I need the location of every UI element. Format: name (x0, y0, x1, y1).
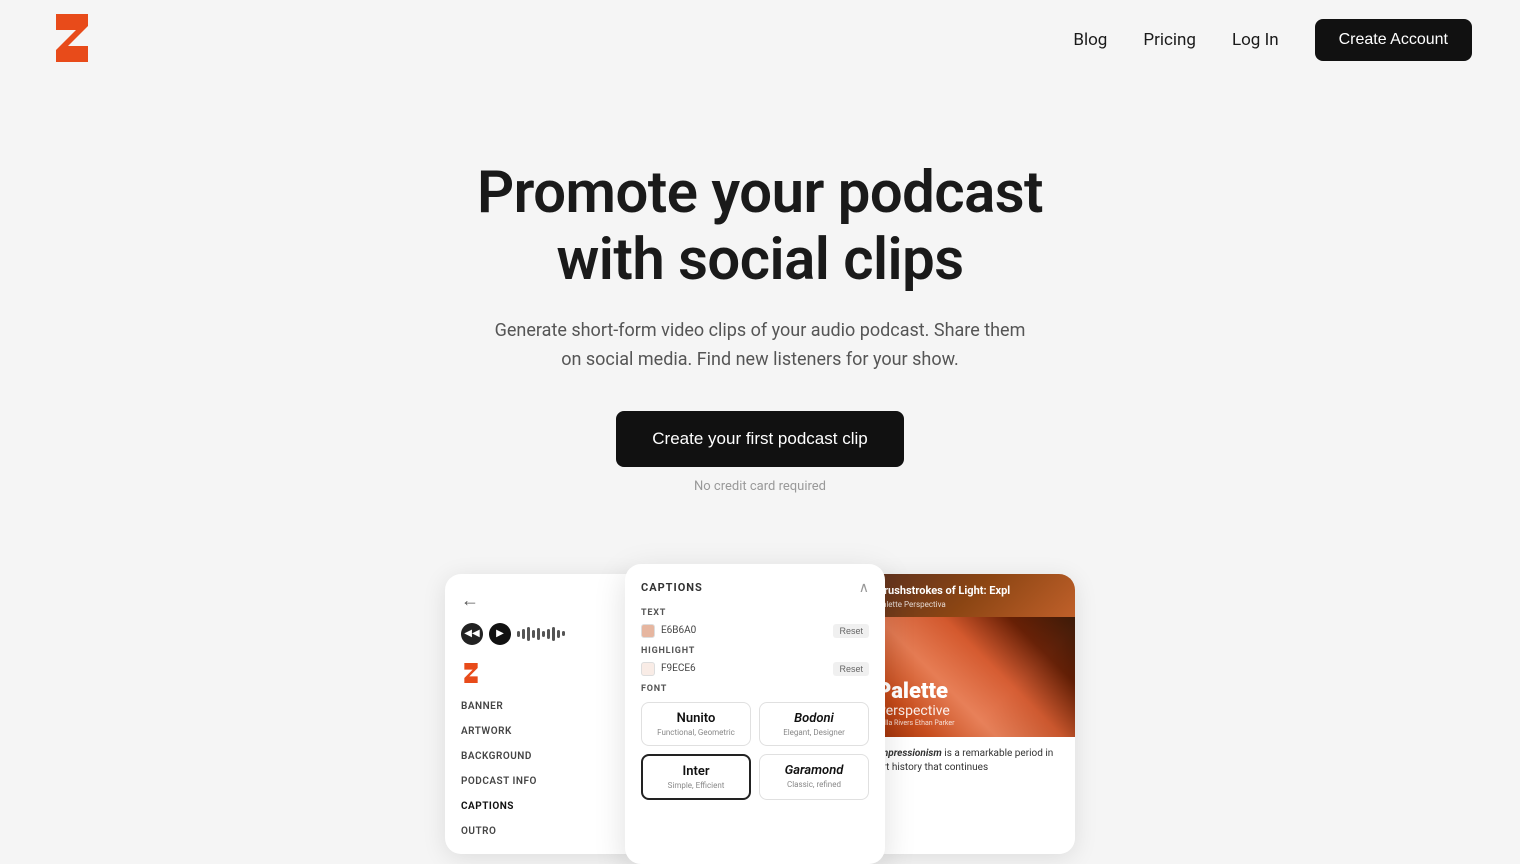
highlight-color-swatch-group: F9ECE6 (641, 662, 696, 676)
rewind-button[interactable]: ◀◀ (461, 623, 483, 645)
captions-close-icon[interactable]: ∧ (859, 580, 869, 596)
player-controls: ◀◀ ▶ (461, 623, 629, 645)
text-color-row: E6B6A0 Reset (641, 624, 869, 638)
hero-title: Promote your podcast with social clips (440, 160, 1080, 293)
podcast-card-label: Palette Perspective Bella Rivers Ethan P… (877, 681, 954, 727)
highlight-section-label: HIGHLIGHT (641, 646, 869, 656)
highlight-color-hex: F9ECE6 (661, 663, 696, 674)
text-color-reset-button[interactable]: Reset (833, 624, 869, 638)
waveform (517, 625, 565, 643)
font-desc-bodoni: Elegant, Designer (768, 728, 860, 737)
nav-item-artwork[interactable]: ARTWORK (461, 726, 629, 737)
highlight-color-row: F9ECE6 Reset (641, 662, 869, 676)
mockup-center-panel: CAPTIONS ∧ TEXT E6B6A0 Reset HIGHLIGHT F… (625, 564, 885, 864)
podcast-body-text: Impressionism is a remarkable period in … (877, 747, 1063, 775)
captions-title-label: CAPTIONS (641, 581, 703, 594)
podcast-card: Brushstrokes of Light: Expl Palette Pers… (865, 574, 1075, 854)
nav-pricing[interactable]: Pricing (1143, 30, 1196, 50)
font-grid: Nunito Functional, Geometric Bodoni Eleg… (641, 702, 869, 800)
font-card-garamond[interactable]: Garamond Classic, refined (759, 754, 869, 800)
font-desc-garamond: Classic, refined (768, 780, 860, 789)
font-desc-inter: Simple, Efficient (651, 781, 741, 790)
font-name-inter: Inter (651, 764, 741, 779)
podcast-label-sub: Perspective (877, 703, 954, 719)
podcast-highlight-text: Impressionism (877, 748, 942, 759)
nav-links: Blog Pricing Log In Create Account (1073, 19, 1472, 61)
text-color-swatch-group: E6B6A0 (641, 624, 696, 638)
nav-item-background[interactable]: BACKGROUND (461, 751, 629, 762)
mockup-section: ← ◀◀ ▶ BANNER ARTWORK (0, 554, 1520, 864)
nav-blog[interactable]: Blog (1073, 30, 1107, 50)
hero-cta-button[interactable]: Create your first podcast clip (616, 411, 903, 467)
nav-item-outro[interactable]: OUTRO (461, 826, 629, 837)
text-section-label: TEXT (641, 608, 869, 618)
highlight-color-reset-button[interactable]: Reset (833, 662, 869, 676)
font-card-nunito[interactable]: Nunito Functional, Geometric (641, 702, 751, 746)
captions-header: CAPTIONS ∧ (641, 580, 869, 596)
nav-login[interactable]: Log In (1232, 30, 1279, 50)
font-name-bodoni: Bodoni (768, 711, 860, 726)
navbar: Blog Pricing Log In Create Account (0, 0, 1520, 80)
nav-create-account-button[interactable]: Create Account (1315, 19, 1472, 61)
back-arrow-icon: ← (461, 590, 629, 611)
nav-item-podcast-info[interactable]: PODCAST INFO (461, 776, 629, 787)
font-name-garamond: Garamond (768, 763, 860, 778)
mockup-left-panel: ← ◀◀ ▶ BANNER ARTWORK (445, 574, 645, 854)
nav-item-banner[interactable]: BANNER (461, 701, 629, 712)
nav-item-captions[interactable]: CAPTIONS (461, 801, 629, 812)
text-color-hex: E6B6A0 (661, 625, 696, 636)
font-card-bodoni[interactable]: Bodoni Elegant, Designer (759, 702, 869, 746)
logo[interactable] (48, 10, 96, 70)
left-panel-nav: BANNER ARTWORK BACKGROUND PODCAST INFO C… (461, 701, 629, 837)
podcast-label-main: Palette (877, 681, 954, 703)
podcast-card-title: Brushstrokes of Light: Expl (877, 584, 1063, 598)
podcast-card-header: Brushstrokes of Light: Expl Palette Pers… (865, 574, 1075, 617)
font-name-nunito: Nunito (650, 711, 742, 726)
hero-section: Promote your podcast with social clips G… (0, 80, 1520, 554)
font-section-label: FONT (641, 684, 869, 694)
podcast-hosts: Bella Rivers Ethan Parker (877, 719, 954, 727)
hero-subtitle: Generate short-form video clips of your … (490, 317, 1030, 375)
mockup-right-panel: Brushstrokes of Light: Expl Palette Pers… (865, 574, 1075, 854)
podcast-card-image: Palette Perspective Bella Rivers Ethan P… (865, 617, 1075, 737)
hero-no-credit-card-label: No credit card required (694, 479, 826, 494)
highlight-color-swatch[interactable] (641, 662, 655, 676)
mockup-logo-small (461, 661, 629, 689)
play-button[interactable]: ▶ (489, 623, 511, 645)
font-desc-nunito: Functional, Geometric (650, 728, 742, 737)
text-color-swatch[interactable] (641, 624, 655, 638)
podcast-card-subtitle: Palette Perspectiva (877, 600, 1063, 609)
font-card-inter[interactable]: Inter Simple, Efficient (641, 754, 751, 800)
podcast-card-body: Impressionism is a remarkable period in … (865, 737, 1075, 854)
